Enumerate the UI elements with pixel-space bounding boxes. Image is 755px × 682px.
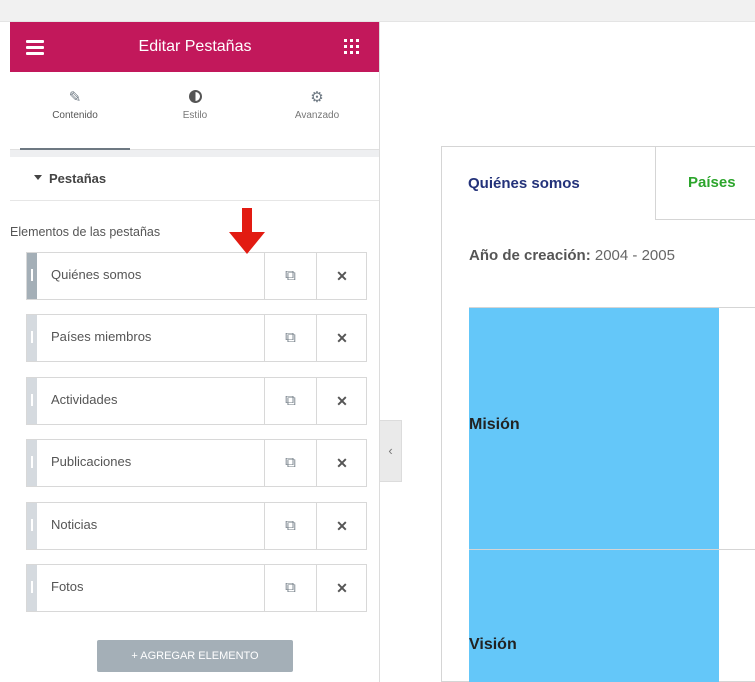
table-cell: Misión [469,308,719,549]
close-icon[interactable]: ✕ [316,315,367,361]
repeater-item-label: Noticias [51,517,98,532]
panel-title: Editar Pestañas [138,38,252,55]
collapse-panel-button[interactable]: ‹ [380,420,402,482]
drag-handle[interactable] [27,378,37,424]
gear-icon: ⚙ [310,89,324,106]
row-label-vision: Visión [469,636,517,653]
close-icon[interactable]: ✕ [316,378,367,424]
repeater-item[interactable]: Quiénes somos ⧉ ✕ [26,252,367,300]
tab-estilo-label: Estilo [182,110,208,121]
duplicate-icon[interactable]: ⧉ [264,503,316,549]
editor-panel: Editar Pestañas ✎ Contenido Estilo ⚙ Ava… [10,22,380,682]
preview-area: Quiénes somos Países Año de creación: 20… [441,146,755,682]
preview-tab-quienes[interactable]: Quiénes somos [441,146,656,220]
repeater-item-label: Quiénes somos [51,267,142,282]
duplicate-icon[interactable]: ⧉ [264,378,316,424]
repeater-item[interactable]: Publicaciones ⧉ ✕ [26,439,367,487]
close-icon[interactable]: ✕ [316,503,367,549]
drag-handle[interactable] [27,565,37,611]
duplicate-icon[interactable]: ⧉ [264,253,316,299]
close-icon[interactable]: ✕ [316,253,367,299]
repeater-item[interactable]: Noticias ⧉ ✕ [26,502,367,550]
section-title: Pestañas [49,171,107,186]
chevron-left-icon: ‹ [388,443,393,458]
widgets-grid-icon[interactable] [344,39,359,54]
duplicate-icon[interactable]: ⧉ [264,315,316,361]
close-icon[interactable]: ✕ [316,440,367,486]
repeater-item-label: Fotos [51,579,84,594]
content-table: Misión Visión [469,307,755,682]
duplicate-icon[interactable]: ⧉ [264,565,316,611]
table-row: Misión [469,308,755,550]
pencil-icon: ✎ [68,89,82,106]
caret-down-icon [34,175,42,180]
add-item-button[interactable]: + AGREGAR ELEMENTO [97,640,293,672]
drag-handle[interactable] [27,315,37,361]
repeater-item[interactable]: Países miembros ⧉ ✕ [26,314,367,362]
table-row: Visión [469,550,755,682]
repeater-item[interactable]: Actividades ⧉ ✕ [26,377,367,425]
repeater-item[interactable]: Fotos ⧉ ✕ [26,564,367,612]
panel-tabs: ✎ Contenido Estilo ⚙ Avanzado [10,72,379,150]
tab-estilo[interactable]: Estilo [140,72,250,150]
tab-avanzado-label: Avanzado [294,110,340,121]
top-strip [0,0,755,22]
panel-header: Editar Pestañas [10,22,379,72]
close-icon[interactable]: ✕ [316,565,367,611]
red-arrow-annotation [242,208,252,233]
contrast-icon [140,90,250,106]
tab-contenido[interactable]: ✎ Contenido [20,72,130,150]
repeater-item-label: Países miembros [51,329,152,344]
tab-contenido-label: Contenido [52,110,98,121]
duplicate-icon[interactable]: ⧉ [264,440,316,486]
red-arrow-head [229,232,265,254]
tab-avanzado[interactable]: ⚙ Avanzado [262,72,372,150]
section-header[interactable]: Pestañas [10,157,379,201]
preview-tabs: Quiénes somos Países [441,146,755,220]
tabs-section: Pestañas Elementos de las pestañas Quién… [10,157,379,682]
repeater-item-label: Publicaciones [51,454,132,469]
drag-handle[interactable] [27,503,37,549]
year-row: Año de creación: 2004 - 2005 [469,247,675,264]
items-label: Elementos de las pestañas [10,225,161,239]
repeater-item-label: Actividades [51,392,118,407]
year-label: Año de creación: [469,247,591,264]
drag-handle[interactable] [27,253,37,299]
table-cell: Visión [469,550,719,682]
year-value: 2004 - 2005 [594,247,675,264]
preview-tab-paises[interactable]: Países [656,146,755,220]
hamburger-menu-icon[interactable] [26,40,44,55]
drag-handle[interactable] [27,440,37,486]
row-label-mision: Misión [469,416,520,433]
